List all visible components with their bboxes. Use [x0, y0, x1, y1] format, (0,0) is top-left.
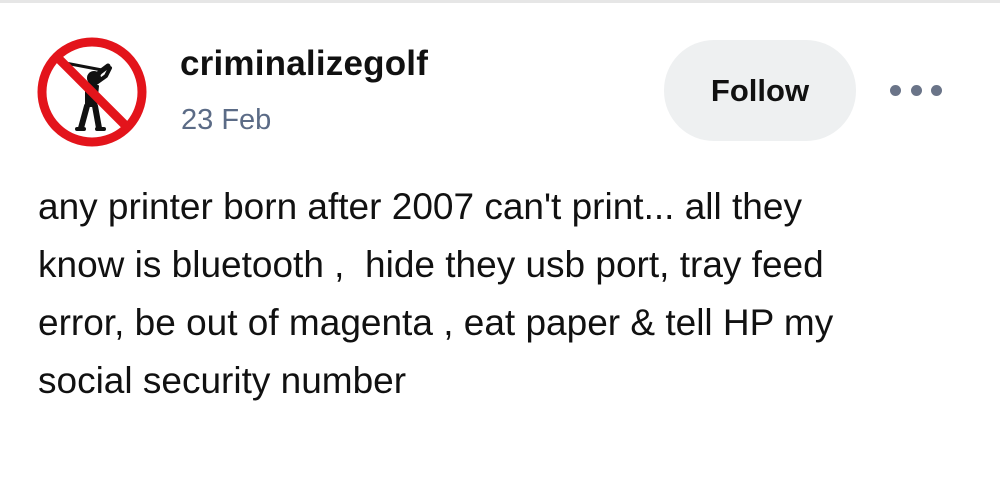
post-date[interactable]: 23 Feb [181, 104, 271, 137]
more-horizontal-icon [890, 84, 901, 96]
no-golf-icon [37, 37, 147, 147]
username-link[interactable]: criminalizegolf [180, 44, 428, 84]
follow-button[interactable]: Follow [664, 40, 856, 141]
more-options-button[interactable] [886, 70, 946, 110]
post-body-line: social security number [38, 360, 407, 401]
post-header: criminalizegolf 23 Feb Follow [0, 0, 1000, 170]
post-body-line: know is bluetooth , hide they usb port, … [38, 244, 824, 285]
post-screen: criminalizegolf 23 Feb Follow any printe… [0, 0, 1000, 478]
more-horizontal-icon [931, 84, 942, 96]
more-horizontal-icon [910, 84, 922, 96]
avatar[interactable] [36, 36, 148, 148]
post-body-line: any printer born after 2007 can't print.… [38, 186, 802, 227]
post-body-line: error, be out of magenta , eat paper & t… [38, 302, 834, 343]
post-body: any printer born after 2007 can't print.… [38, 178, 978, 410]
